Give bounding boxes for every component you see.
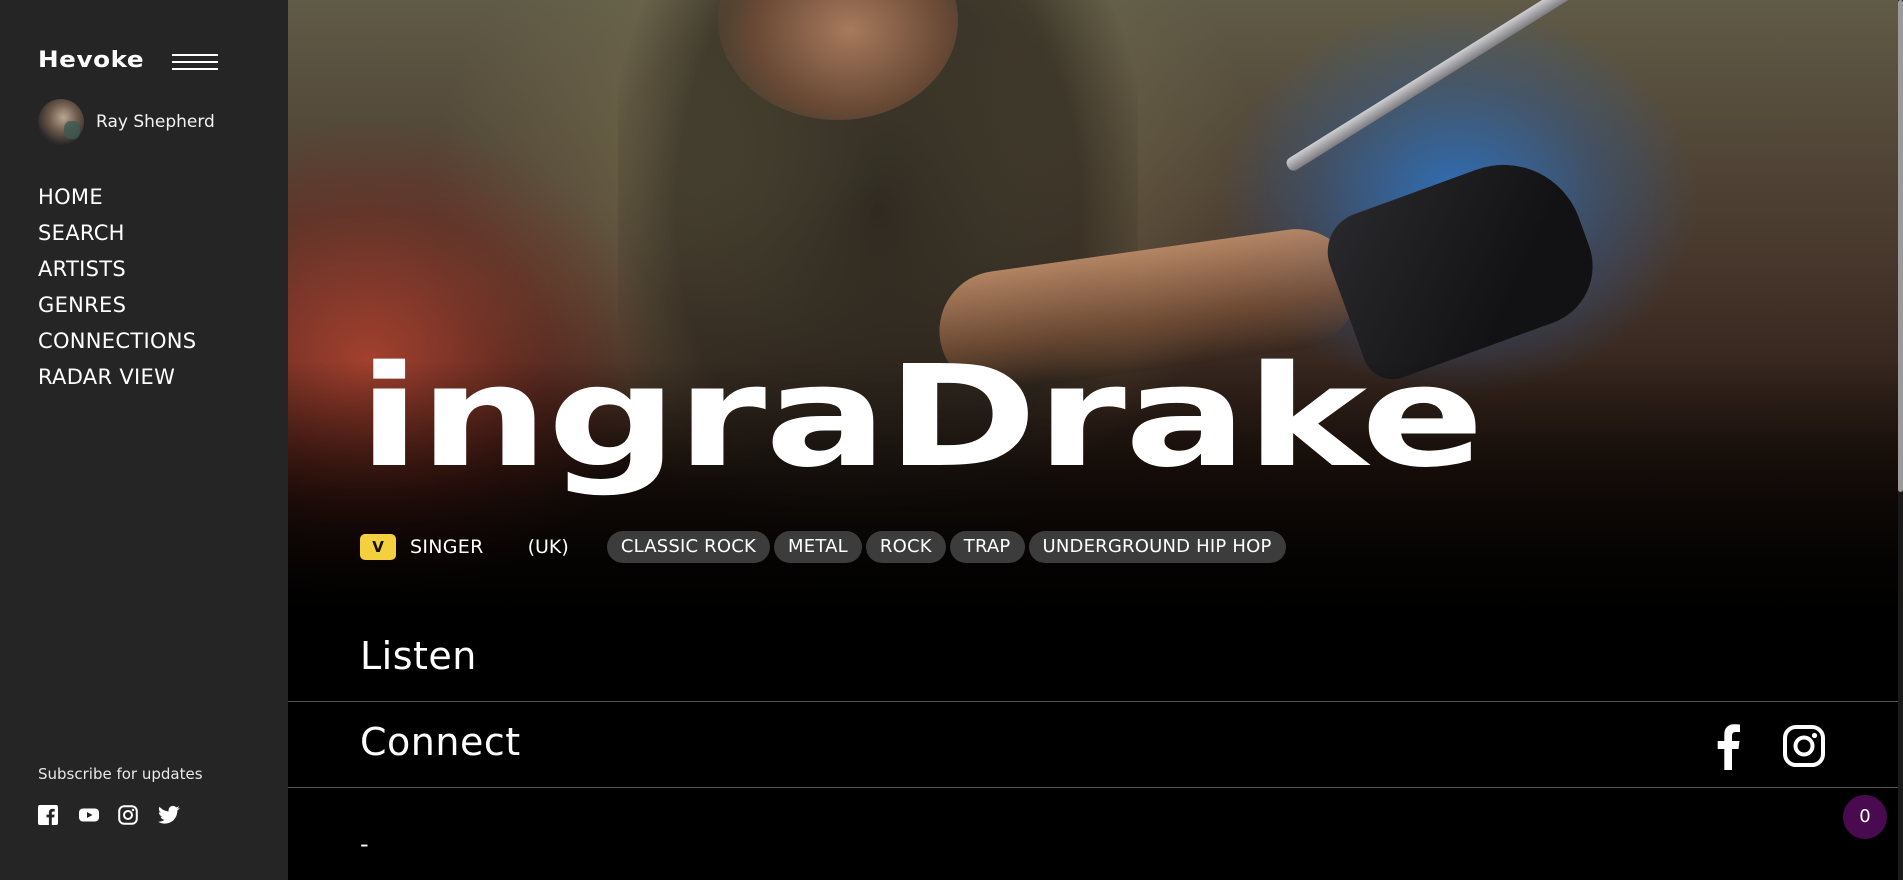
artist-hero-image xyxy=(288,0,1903,620)
main-nav: HOME SEARCH ARTISTS GENRES CONNECTIONS R… xyxy=(38,182,196,398)
scrollbar[interactable] xyxy=(1898,0,1903,880)
youtube-icon[interactable] xyxy=(78,805,99,825)
notification-badge[interactable]: 0 xyxy=(1843,795,1887,839)
hero-camera-rod xyxy=(1284,0,1581,173)
nav-item-connections[interactable]: CONNECTIONS xyxy=(38,326,196,362)
nav-item-radar-view[interactable]: RADAR VIEW xyxy=(38,362,196,398)
connect-section[interactable]: Connect xyxy=(288,702,1898,788)
genre-tag[interactable]: METAL xyxy=(774,531,862,563)
brand-row: Hevoke xyxy=(38,46,218,76)
avatar[interactable] xyxy=(38,99,84,145)
listen-section[interactable]: Listen xyxy=(288,616,1898,702)
listen-heading[interactable]: Listen xyxy=(360,634,477,678)
scrollbar-thumb[interactable] xyxy=(1898,0,1903,492)
placeholder-text: - xyxy=(360,830,369,858)
instagram-icon[interactable] xyxy=(118,805,138,825)
subscribe-label: Subscribe for updates xyxy=(38,765,203,783)
genre-tag[interactable]: CLASSIC ROCK xyxy=(606,531,771,563)
artist-country: (UK) xyxy=(527,536,569,558)
genre-tag[interactable]: TRAP xyxy=(949,531,1025,563)
social-links xyxy=(38,805,180,825)
artist-name: ingraDrake xyxy=(358,336,1484,499)
user-name: Ray Shepherd xyxy=(96,112,215,132)
artist-role: SINGER xyxy=(410,536,484,558)
instagram-icon[interactable] xyxy=(1782,724,1826,768)
nav-item-genres[interactable]: GENRES xyxy=(38,290,196,326)
nav-item-artists[interactable]: ARTISTS xyxy=(38,254,196,290)
artist-meta: V SINGER (UK) CLASSIC ROCK METAL ROCK TR… xyxy=(360,531,1290,563)
connect-heading[interactable]: Connect xyxy=(360,720,521,764)
artist-page: ingraDrake V SINGER (UK) CLASSIC ROCK ME… xyxy=(288,0,1903,880)
genre-tag[interactable]: ROCK xyxy=(865,531,946,563)
sidebar: Hevoke Ray Shepherd HOME SEARCH ARTISTS … xyxy=(0,0,288,880)
hamburger-icon[interactable] xyxy=(172,54,218,72)
twitter-icon[interactable] xyxy=(158,805,180,825)
user-profile[interactable]: Ray Shepherd xyxy=(38,98,215,146)
facebook-icon[interactable] xyxy=(38,805,58,825)
nav-item-home[interactable]: HOME xyxy=(38,182,196,218)
logo[interactable]: Hevoke xyxy=(38,48,144,73)
nav-item-search[interactable]: SEARCH xyxy=(38,218,196,254)
facebook-icon[interactable] xyxy=(1708,722,1748,770)
verified-badge: V xyxy=(360,534,396,560)
genre-tag[interactable]: UNDERGROUND HIP HOP xyxy=(1028,531,1286,563)
